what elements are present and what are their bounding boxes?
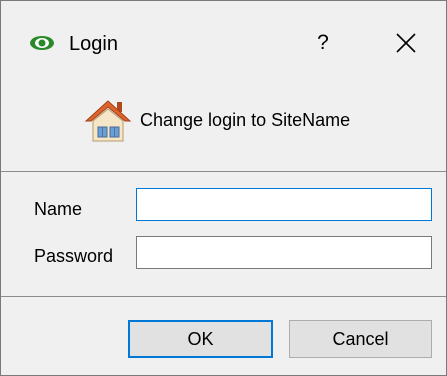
login-dialog: Login ? Change login to SiteName Name Pa… [0,0,447,376]
login-form: Name Password [1,172,446,296]
header-text: Change login to SiteName [140,110,351,130]
ok-button[interactable]: OK [128,320,273,358]
divider [1,296,446,297]
home-icon [84,100,132,142]
name-field[interactable] [136,188,432,221]
window-title: Login [69,33,118,55]
help-button[interactable]: ? [301,25,345,61]
name-label: Name [34,199,83,219]
close-icon[interactable] [383,25,427,61]
cancel-button[interactable]: Cancel [289,320,432,358]
eye-icon [30,36,54,50]
password-label: Password [34,246,114,266]
password-field[interactable] [136,236,432,269]
header: Change login to SiteName [1,90,446,150]
title-bar[interactable]: Login ? [1,1,446,90]
